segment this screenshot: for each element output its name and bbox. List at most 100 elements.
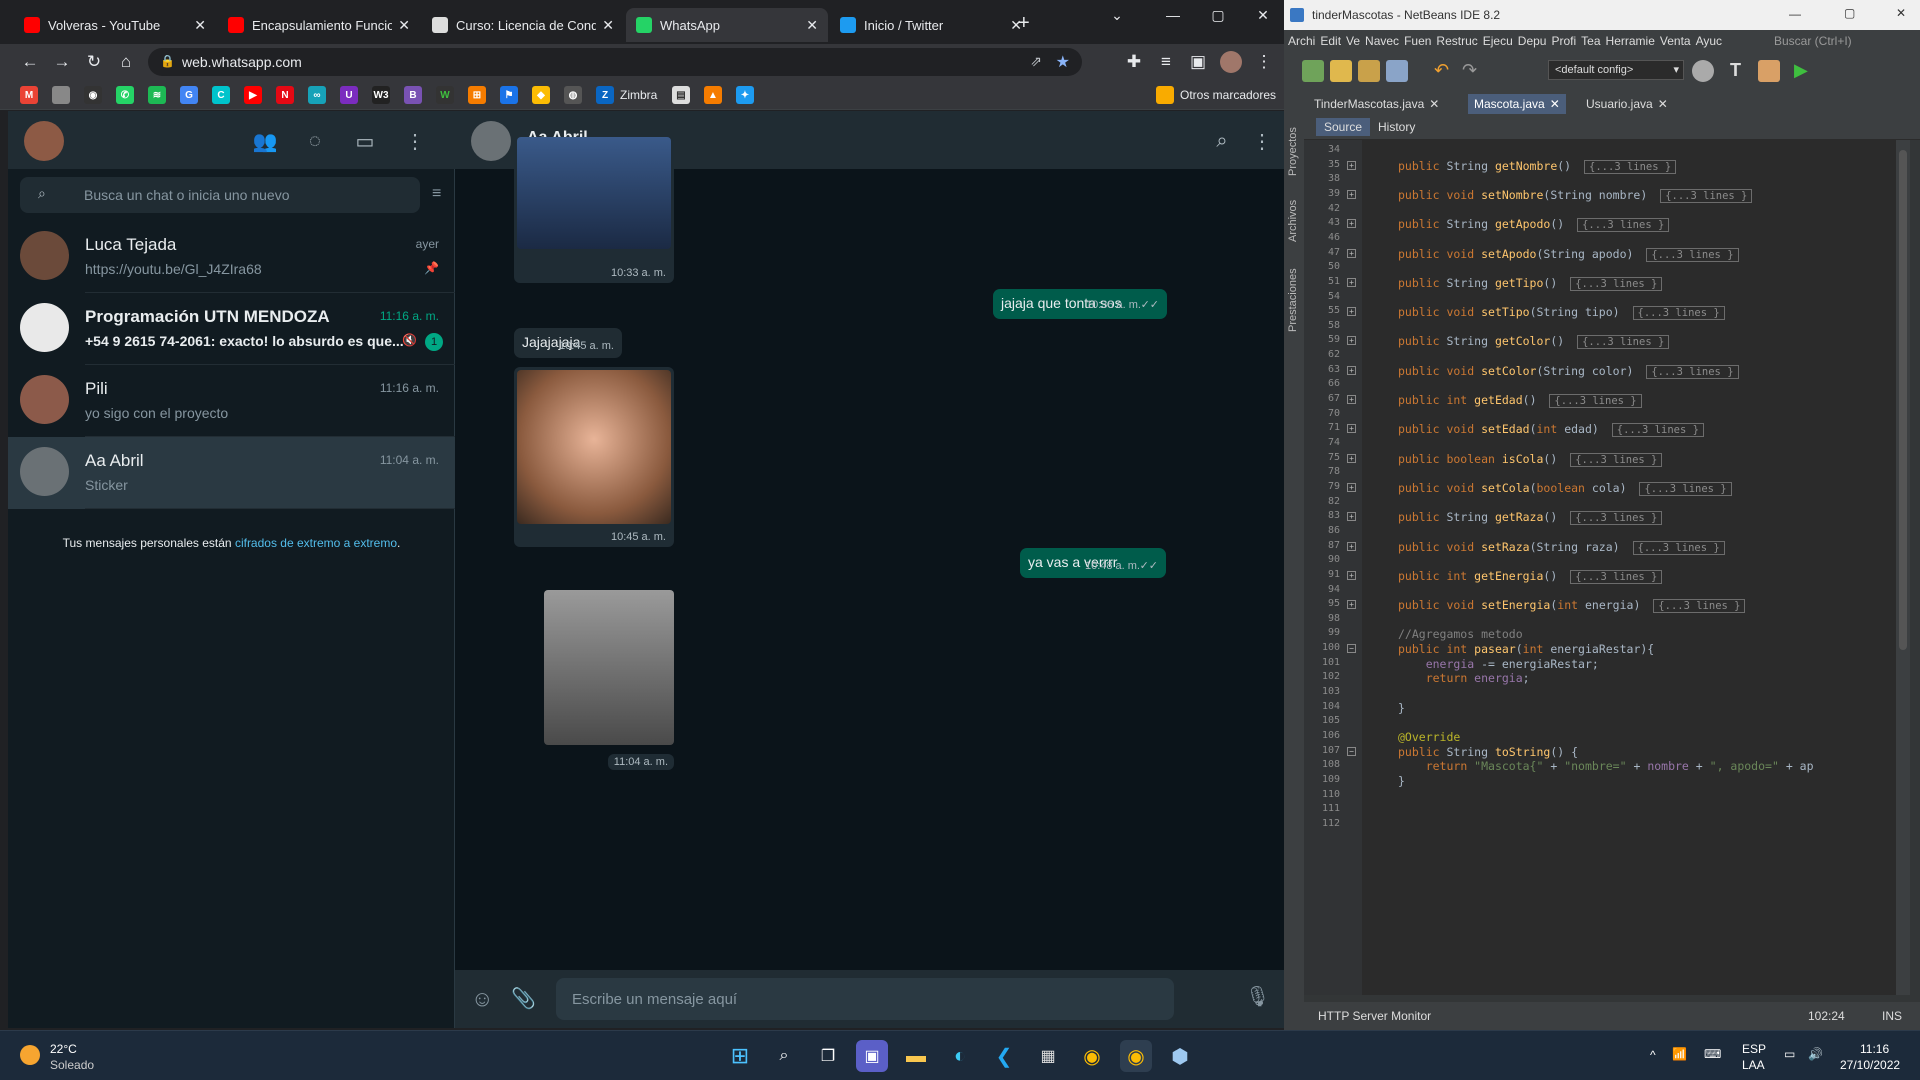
fold-toggle-icon[interactable]: − (1347, 746, 1356, 756)
close-tab-icon[interactable]: ✕ (398, 17, 410, 34)
fold-toggle-icon[interactable]: − (1347, 644, 1356, 654)
close-icon[interactable]: ✕ (1429, 97, 1439, 111)
canva-icon[interactable]: C (212, 86, 230, 104)
netbeans-taskbar-icon[interactable]: ⬢ (1164, 1040, 1196, 1072)
code-line[interactable]: public int getEdad() {...3 lines } (1398, 393, 1642, 409)
close-tab-icon[interactable]: ✕ (194, 17, 206, 34)
fold-toggle-icon[interactable]: + (1347, 160, 1356, 170)
code-line[interactable]: public void setApodo(String apodo) {...3… (1398, 247, 1739, 262)
collapsed-fold[interactable]: {...3 lines } (1646, 247, 1739, 262)
new-file-icon[interactable] (1330, 60, 1352, 82)
menu-item[interactable]: Ejecu (1483, 34, 1513, 48)
nb-close-button[interactable]: ✕ (1896, 6, 1906, 20)
browser-tab[interactable]: Curso: Licencia de Condu ✕ (422, 8, 624, 42)
chrome-active-icon[interactable]: ◉ (1120, 1040, 1152, 1072)
tray-volume-icon[interactable]: 🔊 (1808, 1047, 1823, 1061)
close-icon[interactable]: ✕ (1550, 97, 1560, 111)
undo-icon[interactable]: ↶ (1434, 60, 1456, 82)
chat-list-item[interactable]: Pili 11:16 a. m. yo sigo con el proyecto (8, 365, 455, 437)
menu-item[interactable]: Archi (1288, 34, 1315, 48)
projects-panel-tab[interactable]: Proyectos (1287, 127, 1299, 176)
close-icon[interactable]: ✕ (1658, 97, 1668, 111)
collapsed-fold[interactable]: {...3 lines } (1584, 159, 1677, 174)
fold-toggle-icon[interactable]: + (1347, 424, 1356, 434)
incoming-message[interactable]: Jajajajaja 10:45 a. m. (514, 328, 622, 358)
task-view-icon[interactable]: ❐ (812, 1040, 844, 1072)
bootstrap-icon[interactable]: B (404, 86, 422, 104)
clock-time[interactable]: 11:16 (1860, 1042, 1889, 1056)
weather-desc[interactable]: Soleado (50, 1058, 94, 1072)
menu-item[interactable]: Edit (1320, 34, 1341, 48)
clock-date[interactable]: 27/10/2022 (1840, 1058, 1900, 1072)
fold-toggle-icon[interactable]: + (1347, 365, 1356, 375)
bookmark-icon-13[interactable]: W (436, 86, 454, 104)
lang-secondary[interactable]: LAA (1742, 1058, 1765, 1072)
code-line[interactable]: public String getColor() {...3 lines } (1398, 334, 1670, 350)
message-input[interactable]: Escribe un mensaje aquí (556, 978, 1174, 1020)
code-line[interactable]: } (1398, 774, 1405, 788)
fold-toggle-icon[interactable]: + (1347, 541, 1356, 551)
menu-item[interactable]: Navec (1365, 34, 1399, 48)
zimbra-icon[interactable]: Z (596, 86, 614, 104)
chat-list-item[interactable]: Luca Tejada ayer https://youtu.be/Gl_J4ZIr… (8, 221, 455, 293)
browser-tab[interactable]: Inicio / Twitter ✕ (830, 8, 1032, 42)
teams-icon[interactable]: ▣ (856, 1040, 888, 1072)
source-tab[interactable]: Source (1316, 118, 1371, 136)
menu-item[interactable]: Venta (1660, 34, 1691, 48)
github-icon[interactable]: ◉ (84, 86, 102, 104)
bookmark-icon-10[interactable]: U (340, 86, 358, 104)
menu-item[interactable]: Profi (1551, 34, 1576, 48)
menu-item[interactable]: Ayuc (1696, 34, 1722, 48)
tab-usuario[interactable]: Usuario.java ✕ (1580, 94, 1674, 114)
code-line[interactable]: public int pasear(int energiaRestar){ (1398, 642, 1654, 656)
code-line[interactable]: @Override (1398, 730, 1460, 744)
code-line[interactable]: public String toString() { (1398, 745, 1578, 759)
home-icon[interactable]: ⌂ (112, 48, 140, 76)
code-line[interactable]: public String getTipo() {...3 lines } (1398, 276, 1663, 291)
explorer-icon[interactable]: ▬ (900, 1040, 932, 1072)
code-line[interactable]: public void setCola(boolean cola) {...3 … (1398, 481, 1732, 496)
code-line[interactable]: return "Mascota{" + "nombre=" + nombre +… (1398, 759, 1814, 773)
editor-scrollbar[interactable] (1896, 140, 1910, 995)
code-line[interactable]: public int getEnergia() {...3 lines } (1398, 569, 1663, 584)
fold-toggle-icon[interactable]: + (1347, 219, 1356, 229)
fold-toggle-icon[interactable]: + (1347, 570, 1356, 580)
fold-toggle-icon[interactable]: + (1347, 336, 1356, 346)
collapsed-fold[interactable]: {...3 lines } (1570, 452, 1663, 467)
history-tab[interactable]: History (1370, 118, 1423, 136)
microphone-icon[interactable]: 🎙 (1245, 984, 1270, 1009)
tab-search-icon[interactable]: ⌄ (1094, 0, 1140, 30)
whatsapp-bm-icon[interactable]: ✆ (116, 86, 134, 104)
code-line[interactable]: public void setEdad(int edad) {...3 line… (1398, 422, 1704, 438)
files-panel-tab[interactable]: Archivos (1287, 200, 1299, 242)
collapsed-fold[interactable]: {...3 lines } (1577, 335, 1670, 350)
contact-avatar[interactable] (471, 121, 511, 161)
browser-tab[interactable]: WhatsApp ✕ (626, 8, 828, 42)
new-tab-button[interactable]: + (1018, 12, 1030, 35)
build-icon[interactable]: T (1730, 60, 1752, 82)
emoji-icon[interactable]: ☺ (471, 986, 493, 1012)
status-icon[interactable]: ◌ (302, 128, 328, 154)
fold-toggle-icon[interactable]: + (1347, 307, 1356, 317)
collapsed-fold[interactable]: {...3 lines } (1632, 306, 1725, 321)
search-messages-icon[interactable]: ⌕ (1209, 128, 1235, 154)
bookmark-icon-16[interactable]: ◆ (532, 86, 550, 104)
collapsed-fold[interactable]: {...3 lines } (1660, 188, 1753, 203)
maximize-button[interactable]: ▢ (1195, 0, 1241, 30)
profile-avatar[interactable] (1220, 51, 1242, 73)
code-line[interactable]: public void setTipo(String tipo) {...3 l… (1398, 305, 1725, 321)
collapsed-fold[interactable]: {...3 lines } (1570, 276, 1663, 291)
fold-toggle-icon[interactable]: + (1347, 189, 1356, 199)
globe-icon[interactable] (1692, 60, 1714, 82)
store-icon[interactable]: ▦ (1032, 1040, 1064, 1072)
sidepanel-icon[interactable]: ▣ (1184, 48, 1212, 76)
menu-item[interactable]: Depu (1518, 34, 1547, 48)
youtube-bm-icon[interactable]: ▶ (244, 86, 262, 104)
code-line[interactable]: public void setRaza(String raza) {...3 l… (1398, 540, 1725, 555)
forward-icon[interactable]: → (48, 48, 76, 76)
outgoing-message[interactable]: jajaja que tonta sos 10:36 a. m. ✓✓ (993, 289, 1167, 319)
tab-mascota[interactable]: Mascota.java ✕ (1468, 94, 1566, 114)
chrome-menu-icon[interactable]: ⋮ (1250, 48, 1278, 76)
encryption-link[interactable]: cifrados de extremo a extremo (235, 536, 397, 550)
browser-tab[interactable]: Encapsulamiento Funcion ✕ (218, 8, 420, 42)
